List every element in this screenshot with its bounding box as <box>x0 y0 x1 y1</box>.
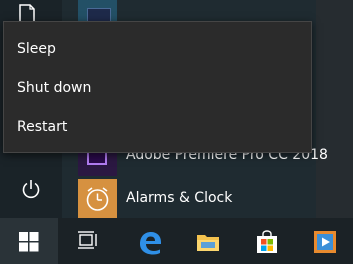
alarm-clock-icon <box>78 179 117 219</box>
power-button[interactable] <box>0 168 62 212</box>
app-list-item-alarms[interactable]: Alarms & Clock <box>78 179 316 219</box>
power-icon <box>22 180 40 199</box>
shut-down-menu-item[interactable]: Shut down <box>4 70 311 108</box>
file-explorer-button[interactable] <box>183 218 231 264</box>
task-view-button[interactable] <box>64 218 112 264</box>
restart-menu-item[interactable]: Restart <box>4 109 311 147</box>
power-options-menu: Sleep Shut down Restart <box>3 21 312 153</box>
app-label: Alarms & Clock <box>126 190 233 206</box>
sleep-label: Sleep <box>17 41 56 57</box>
store-icon <box>257 230 277 253</box>
tiles-area <box>316 0 353 218</box>
restart-label: Restart <box>17 119 68 135</box>
store-button[interactable] <box>242 218 290 264</box>
start-menu: Adobe Premiere Pro CC 2018 Alarms & Cloc… <box>0 0 353 219</box>
video-app-icon <box>314 231 336 253</box>
start-button[interactable] <box>0 218 58 264</box>
windows-logo-icon <box>19 232 39 252</box>
edge-icon <box>140 232 161 255</box>
sleep-menu-item[interactable]: Sleep <box>4 31 311 69</box>
task-view-icon <box>78 231 97 249</box>
edge-button[interactable] <box>125 218 173 264</box>
taskbar <box>0 218 353 264</box>
video-app-button[interactable] <box>300 218 348 264</box>
shut-down-label: Shut down <box>17 80 92 96</box>
file-explorer-icon <box>197 235 219 251</box>
